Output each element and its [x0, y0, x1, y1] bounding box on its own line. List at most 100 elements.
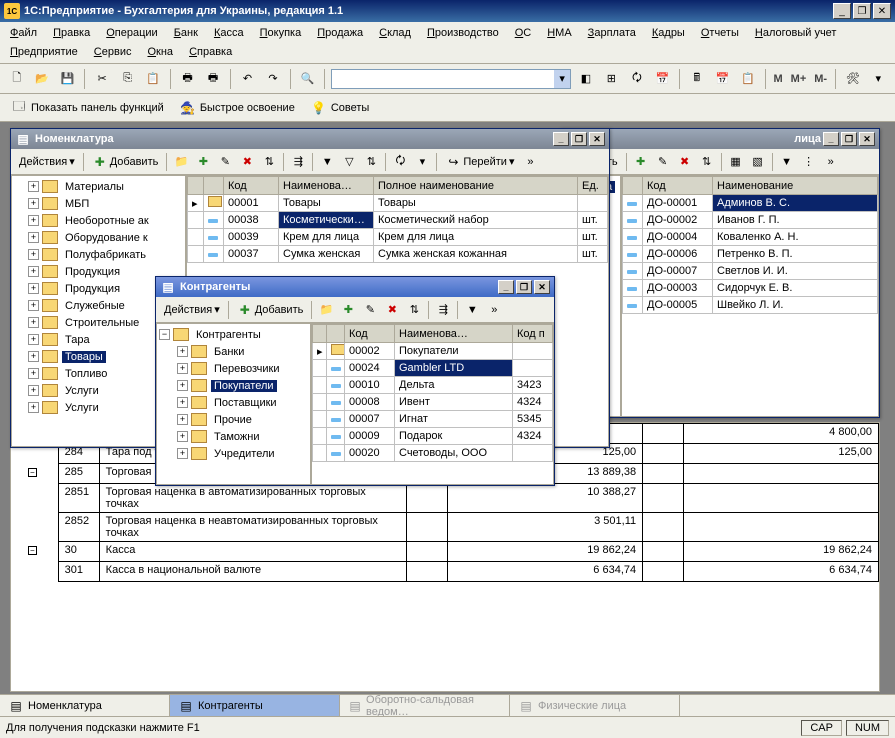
- more-icon[interactable]: »: [484, 300, 504, 320]
- collapse-icon[interactable]: −: [28, 468, 37, 477]
- minimize-button[interactable]: _: [833, 3, 851, 19]
- table-row[interactable]: ДО-00003Сидорчук Е. В.: [623, 280, 878, 297]
- chevron-down-icon[interactable]: ▾: [412, 152, 432, 172]
- close-button[interactable]: ✕: [873, 3, 891, 19]
- mark-icon[interactable]: ⇅: [259, 152, 279, 172]
- chevron-down-icon[interactable]: ▾: [868, 68, 889, 90]
- window-tab[interactable]: ▤Оборотно-сальдовая ведом…: [340, 695, 510, 716]
- find-icon[interactable]: 🔍: [297, 68, 318, 90]
- expand-icon[interactable]: +: [28, 300, 39, 311]
- delete-icon[interactable]: ✖: [382, 300, 402, 320]
- maximize-button[interactable]: ❐: [841, 132, 857, 146]
- menu-item[interactable]: НМА: [543, 26, 575, 40]
- expand-icon[interactable]: +: [28, 198, 39, 209]
- search-input[interactable]: [332, 70, 554, 88]
- expand-icon[interactable]: +: [28, 283, 39, 294]
- goto-button[interactable]: ↪Перейти ▾: [441, 152, 518, 172]
- persons-grid[interactable]: Код Наименование ДО-00001Админов В. С.ДО…: [621, 175, 879, 417]
- table-row[interactable]: ДО-00004Коваленко А. Н.: [623, 229, 878, 246]
- menu-item[interactable]: Касса: [210, 26, 248, 40]
- toolbar-icon[interactable]: ◧: [575, 68, 596, 90]
- expand-icon[interactable]: +: [177, 397, 188, 408]
- menu-item[interactable]: Предприятие: [6, 45, 82, 59]
- window-tab[interactable]: ▤Физические лица: [510, 695, 680, 716]
- refresh-icon[interactable]: 🗘: [390, 152, 410, 172]
- calendar-icon[interactable]: 📅: [652, 68, 673, 90]
- add-icon[interactable]: ✚: [338, 300, 358, 320]
- actions-menu[interactable]: Действия ▾: [160, 301, 224, 318]
- tree-node[interactable]: −Контрагенты: [159, 326, 308, 343]
- close-button[interactable]: ✕: [534, 280, 550, 294]
- expand-icon[interactable]: +: [28, 266, 39, 277]
- table-row[interactable]: 00009Подарок4324: [313, 428, 553, 445]
- menu-item[interactable]: Производство: [423, 26, 503, 40]
- menu-item[interactable]: Отчеты: [697, 26, 743, 40]
- ledger-row[interactable]: 301Касса в национальной валюте6 634,746 …: [11, 562, 879, 582]
- show-functions-panel-button[interactable]: 🗔 Показать панель функций: [6, 97, 169, 119]
- close-button[interactable]: ✕: [859, 132, 875, 146]
- expand-icon[interactable]: +: [28, 368, 39, 379]
- maximize-button[interactable]: ❐: [516, 280, 532, 294]
- menu-item[interactable]: Кадры: [648, 26, 689, 40]
- add-button[interactable]: ✚Добавить: [88, 152, 163, 172]
- m-plus-button[interactable]: M+: [789, 73, 809, 85]
- filter-off-icon[interactable]: ▽: [339, 152, 359, 172]
- refresh-icon[interactable]: 🗘: [626, 68, 647, 90]
- tree-node[interactable]: +Полуфабрикать: [14, 246, 183, 263]
- print-icon[interactable]: 🖶: [177, 68, 198, 90]
- minimize-button[interactable]: _: [498, 280, 514, 294]
- delete-icon[interactable]: ✖: [675, 152, 695, 172]
- menu-item[interactable]: ОС: [511, 26, 536, 40]
- more-icon[interactable]: »: [821, 152, 841, 172]
- close-button[interactable]: ✕: [589, 132, 605, 146]
- expand-icon[interactable]: +: [28, 232, 39, 243]
- add-group-icon[interactable]: 📁: [316, 300, 336, 320]
- menu-item[interactable]: Сервис: [90, 45, 136, 59]
- window-tab[interactable]: ▤Контрагенты: [170, 695, 340, 716]
- expand-icon[interactable]: +: [177, 414, 188, 425]
- minimize-button[interactable]: _: [823, 132, 839, 146]
- print-preview-icon[interactable]: 🖶: [202, 68, 223, 90]
- tree-node[interactable]: +Оборудование к: [14, 229, 183, 246]
- toolbar-icon[interactable]: ⊞: [601, 68, 622, 90]
- menu-item[interactable]: Продажа: [313, 26, 367, 40]
- table-row[interactable]: ДО-00005Швейко Л. И.: [623, 297, 878, 314]
- maximize-button[interactable]: ❐: [571, 132, 587, 146]
- open-icon[interactable]: 📂: [31, 68, 52, 90]
- settings-icon[interactable]: 🛠: [842, 68, 863, 90]
- add-icon[interactable]: ✚: [631, 152, 651, 172]
- toolbar-icon[interactable]: ⋮: [799, 152, 819, 172]
- more-icon[interactable]: »: [520, 152, 540, 172]
- add-button[interactable]: ✚Добавить: [233, 300, 308, 320]
- menu-item[interactable]: Покупка: [256, 26, 306, 40]
- search-combo[interactable]: ▾: [331, 69, 571, 89]
- maximize-button[interactable]: ❐: [853, 3, 871, 19]
- cut-icon[interactable]: ✂: [91, 68, 112, 90]
- new-icon[interactable]: 🗋: [6, 68, 27, 90]
- menu-item[interactable]: Операции: [102, 26, 161, 40]
- tree-node[interactable]: +МБП: [14, 195, 183, 212]
- tree-node[interactable]: +Поставщики: [159, 394, 308, 411]
- expand-icon[interactable]: +: [28, 215, 39, 226]
- window-tab[interactable]: ▤Номенклатура: [0, 695, 170, 716]
- expand-icon[interactable]: +: [28, 317, 39, 328]
- tree-node[interactable]: +Банки: [159, 343, 308, 360]
- m-minus-button[interactable]: M-: [812, 73, 829, 85]
- edit-icon[interactable]: ✎: [360, 300, 380, 320]
- tree-node[interactable]: +Таможни: [159, 428, 308, 445]
- menu-item[interactable]: Правка: [49, 26, 94, 40]
- delete-icon[interactable]: ✖: [237, 152, 257, 172]
- copy-icon[interactable]: ⎘: [117, 68, 138, 90]
- counterparties-grid[interactable]: Код Наименова… Код п ▸00002Покупатели000…: [311, 323, 554, 485]
- table-row[interactable]: 00037Сумка женскаяСумка женская кожанная…: [188, 246, 608, 263]
- menu-item[interactable]: Файл: [6, 26, 41, 40]
- toolbar-icon[interactable]: ▦: [726, 152, 746, 172]
- expand-icon[interactable]: +: [28, 385, 39, 396]
- toolbar-icon[interactable]: ▧: [748, 152, 768, 172]
- table-row[interactable]: ▸00001ТоварыТовары: [188, 195, 608, 212]
- paste-icon[interactable]: 📋: [142, 68, 163, 90]
- collapse-icon[interactable]: −: [159, 329, 170, 340]
- menu-item[interactable]: Справка: [185, 45, 236, 59]
- hierarchy-icon[interactable]: ⇶: [433, 300, 453, 320]
- calendar2-icon[interactable]: 📅: [712, 68, 733, 90]
